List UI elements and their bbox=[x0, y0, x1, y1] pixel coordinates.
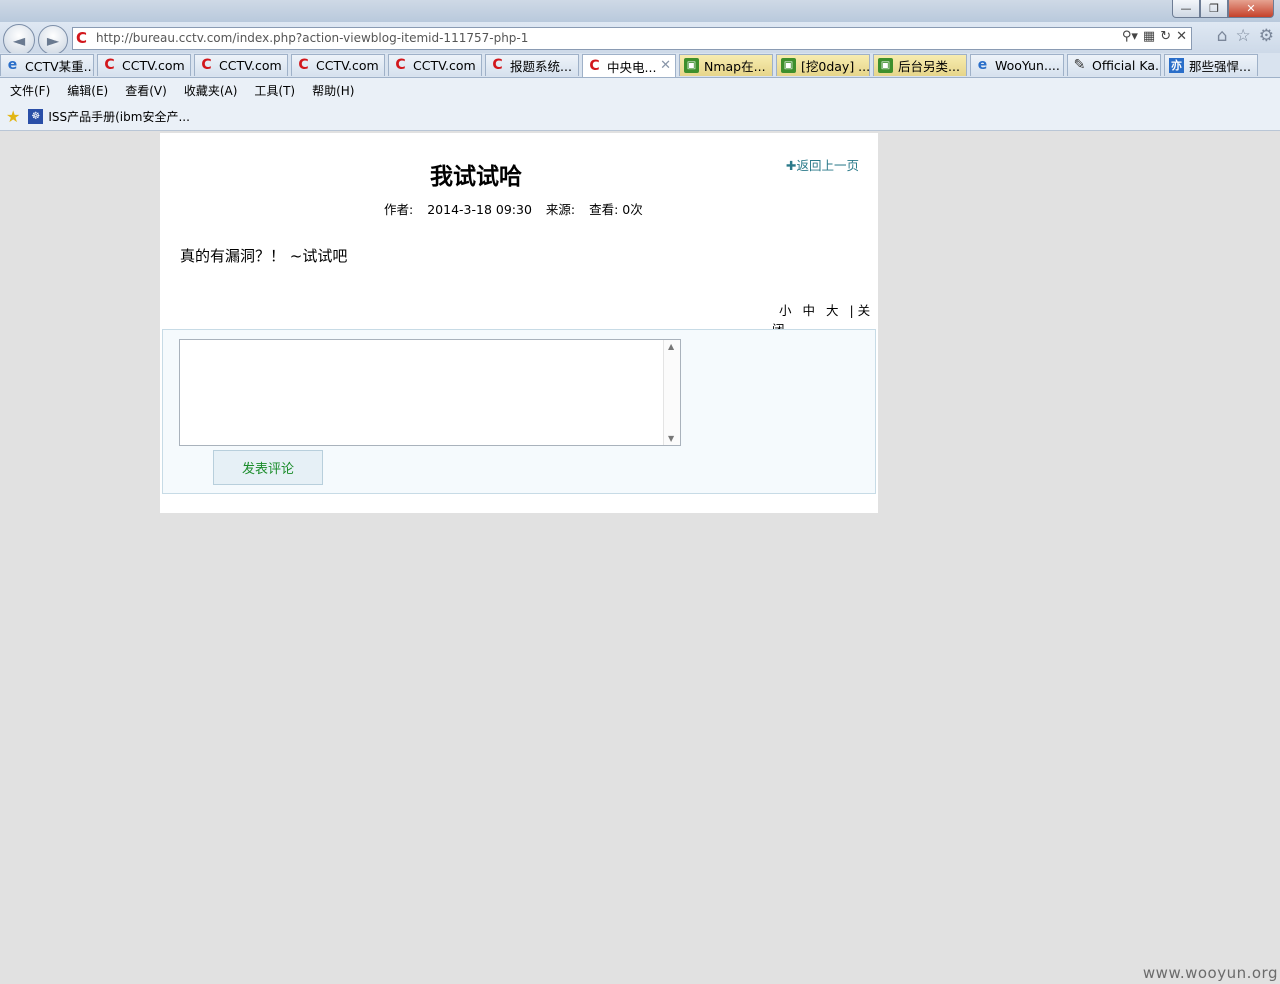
browser-tab[interactable]: e CCTV某重... bbox=[0, 54, 94, 76]
tab-favicon-icon: ✎ bbox=[1073, 57, 1086, 73]
browser-tab[interactable]: C CCTV.com bbox=[97, 54, 191, 76]
browser-tab[interactable]: ▣ Nmap在... bbox=[679, 54, 773, 76]
back-arrow-icon: ◄ bbox=[12, 30, 26, 50]
minimize-button[interactable]: — bbox=[1172, 0, 1200, 18]
favorites-star-icon[interactable]: ☆ bbox=[1236, 26, 1251, 46]
browser-tab[interactable]: C CCTV.com bbox=[194, 54, 288, 76]
baidu-paw-icon: ☸ bbox=[28, 108, 44, 124]
tab-label: CCTV.com bbox=[219, 58, 282, 73]
tab-label: 中央电... bbox=[607, 59, 657, 75]
source-label: 来源: bbox=[545, 202, 576, 217]
article-body: 真的有漏洞？！ ~试试吧 bbox=[180, 247, 348, 265]
close-window-button[interactable]: ✕ bbox=[1228, 0, 1274, 18]
home-icon[interactable]: ⌂ bbox=[1217, 26, 1228, 46]
tab-favicon-icon: C bbox=[298, 57, 309, 73]
tab-favicon-icon: ▣ bbox=[878, 58, 893, 73]
font-medium-link[interactable]: 中 bbox=[803, 303, 816, 318]
tab-label: [挖0day] ... bbox=[801, 59, 870, 74]
browser-tab[interactable]: C CCTV.com bbox=[291, 54, 385, 76]
watermark: www.wooyun.org bbox=[1142, 964, 1278, 982]
tab-strip: e CCTV某重... C CCTV.com C CCTV.com C CCTV.com C CC… bbox=[0, 53, 1280, 78]
tab-label: WooYun.... bbox=[995, 58, 1060, 73]
maximize-button[interactable]: ❐ bbox=[1200, 0, 1228, 18]
browser-tab[interactable]: 亦那些强悍... bbox=[1164, 54, 1258, 76]
tab-label: CCTV.com bbox=[316, 58, 379, 73]
tab-favicon-icon: C bbox=[492, 57, 503, 73]
tab-favicon-icon: e bbox=[7, 57, 18, 73]
back-link-label: 返回上一页 bbox=[796, 158, 859, 173]
favorites-bar: ★ ☸ ISS产品手册(ibm安全产... bbox=[0, 102, 1280, 131]
address-bar[interactable]: C http://bureau.cctv.com/index.php?actio… bbox=[72, 27, 1192, 50]
close-tab-icon[interactable]: ✕ bbox=[660, 58, 671, 73]
comment-form: ▲ ▼ 发表评论 bbox=[162, 329, 876, 494]
browser-tab[interactable]: C 中央电... ✕ bbox=[582, 54, 676, 77]
tab-label: CCTV.com bbox=[413, 58, 476, 73]
tab-favicon-icon: ▣ bbox=[781, 58, 796, 73]
menu-file[interactable]: 文件(F) bbox=[10, 82, 50, 99]
back-button[interactable]: ◄ bbox=[3, 24, 35, 56]
menu-edit[interactable]: 编辑(E) bbox=[67, 82, 108, 99]
browser-tab[interactable]: C CCTV.com bbox=[388, 54, 482, 76]
article-title: 我试试哈 bbox=[430, 163, 522, 190]
browser-tab[interactable]: C 报题系统... bbox=[485, 54, 579, 76]
browser-tools: ⌂ ☆ ⚙ bbox=[1217, 26, 1274, 46]
tab-favicon-icon: e bbox=[977, 57, 988, 73]
comment-textarea[interactable]: ▲ ▼ bbox=[179, 339, 681, 446]
tab-label: CCTV.com bbox=[122, 58, 185, 73]
forward-arrow-icon: ► bbox=[46, 30, 60, 50]
tab-favicon-icon: C bbox=[589, 57, 600, 74]
settings-gear-icon[interactable]: ⚙ bbox=[1259, 26, 1274, 46]
scroll-down-icon[interactable]: ▼ bbox=[668, 434, 674, 443]
view-count: 查看: 0次 bbox=[589, 202, 643, 217]
compatibility-view-icon[interactable]: ▦ bbox=[1143, 29, 1155, 44]
submit-comment-button[interactable]: 发表评论 bbox=[213, 450, 323, 485]
tab-favicon-icon: C bbox=[201, 57, 212, 73]
browser-tab[interactable]: ✎ Official Ka... bbox=[1067, 54, 1161, 76]
tab-favicon-icon: C bbox=[395, 57, 406, 73]
author-label: 作者: bbox=[384, 202, 414, 217]
address-tools: ⚲▾ ▦ ↻ ✕ bbox=[1122, 29, 1187, 44]
tab-favicon-icon: 亦 bbox=[1169, 58, 1184, 73]
menu-view[interactable]: 查看(V) bbox=[125, 82, 167, 99]
tab-label: Official Ka... bbox=[1092, 58, 1161, 73]
textarea-scrollbar[interactable]: ▲ ▼ bbox=[663, 340, 680, 445]
tab-label: 报题系统... bbox=[510, 59, 572, 74]
cctv-site-icon: C bbox=[76, 29, 88, 47]
browser-tab[interactable]: ▣ 后台另类... bbox=[873, 54, 967, 76]
menu-bar: 文件(F) 编辑(E) 查看(V) 收藏夹(A) 工具(T) 帮助(H) bbox=[0, 78, 1280, 102]
font-small-link[interactable]: 小 bbox=[779, 303, 792, 318]
menu-favorites[interactable]: 收藏夹(A) bbox=[184, 82, 238, 99]
tab-label: CCTV某重... bbox=[25, 59, 94, 74]
scroll-up-icon[interactable]: ▲ bbox=[668, 342, 674, 351]
search-icon[interactable]: ⚲▾ bbox=[1122, 29, 1138, 44]
menu-help[interactable]: 帮助(H) bbox=[312, 82, 354, 99]
address-url[interactable]: http://bureau.cctv.com/index.php?action-… bbox=[96, 31, 528, 45]
browser-tab[interactable]: e WooYun.... bbox=[970, 54, 1064, 76]
forward-button[interactable]: ► bbox=[38, 25, 68, 55]
refresh-icon[interactable]: ↻ bbox=[1160, 29, 1171, 44]
tab-label: 那些强悍... bbox=[1189, 59, 1251, 74]
tab-label: 后台另类... bbox=[898, 59, 960, 74]
menu-tools[interactable]: 工具(T) bbox=[254, 82, 295, 99]
plus-icon: ✚ bbox=[786, 158, 797, 173]
browser-tab[interactable]: ▣ [挖0day] ... bbox=[776, 54, 870, 76]
tab-favicon-icon: C bbox=[104, 57, 115, 73]
tab-favicon-icon: ▣ bbox=[684, 58, 699, 73]
favorite-link-iss[interactable]: ISS产品手册(ibm安全产... bbox=[48, 108, 190, 125]
font-large-link[interactable]: 大 bbox=[826, 303, 839, 318]
window-controls: — ❐ ✕ bbox=[1172, 0, 1274, 18]
favorites-add-icon[interactable]: ★ bbox=[6, 107, 20, 126]
article-date: 2014-3-18 09:30 bbox=[427, 202, 532, 217]
window-titlebar: — ❐ ✕ bbox=[0, 0, 1280, 22]
back-link[interactable]: ✚返回上一页 bbox=[786, 155, 859, 174]
article-page: 我试试哈 ✚返回上一页 作者: 2014-3-18 09:30 来源: 查看: 0次 … bbox=[160, 133, 878, 513]
article-meta: 作者: 2014-3-18 09:30 来源: 查看: 0次 bbox=[384, 199, 657, 218]
tab-label: Nmap在... bbox=[704, 59, 766, 74]
navigation-bar: ◄ ► C http://bureau.cctv.com/index.php?a… bbox=[0, 22, 1280, 56]
stop-icon[interactable]: ✕ bbox=[1176, 29, 1187, 44]
